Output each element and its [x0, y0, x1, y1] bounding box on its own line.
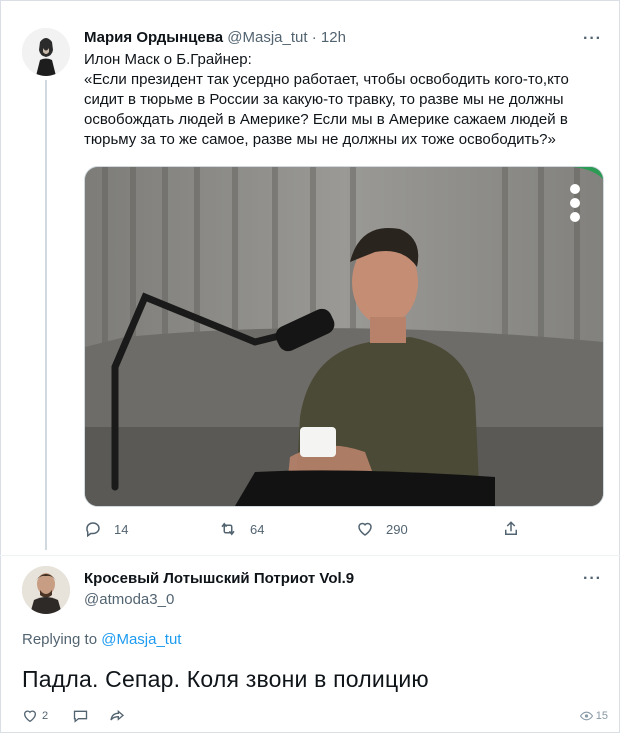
views-icon [579, 711, 593, 721]
reply-count: 14 [114, 521, 129, 537]
tweet: Мария Ордынцева @Masja_tut · 12h ··· Ило… [0, 0, 620, 555]
author-avatar[interactable] [22, 28, 70, 76]
replying-mention-link[interactable]: @Masja_tut [101, 631, 181, 648]
more-icon[interactable]: ··· [583, 570, 602, 588]
views: 15 [579, 710, 608, 722]
reply-button[interactable]: 14 [84, 520, 128, 538]
comment-icon [73, 710, 88, 723]
like-icon [23, 710, 37, 723]
share-icon [505, 521, 517, 535]
tweet-header: Мария Ордынцева @Masja_tut · 12h [84, 28, 346, 48]
author-name[interactable]: Мария Ордынцева [84, 29, 223, 46]
tweet-time[interactable]: 12h [321, 29, 346, 46]
separator: · [311, 29, 317, 46]
views-count: 15 [595, 710, 608, 722]
tweet-text: Илон Маск о Б.Грайнер: «Если президент т… [84, 50, 594, 150]
reply-author-avatar[interactable] [22, 566, 70, 614]
replying-to: Replying to @Masja_tut [22, 631, 181, 648]
tweet-text-line: «Если президент так усердно работает, чт… [84, 71, 569, 88]
author-handle[interactable]: @Masja_tut [227, 29, 307, 46]
share-icon [110, 709, 125, 721]
retweet-icon [221, 522, 235, 536]
retweet-button[interactable]: 64 [218, 520, 264, 538]
like-button[interactable]: 290 [356, 520, 408, 538]
reply-icon [86, 522, 100, 538]
share-button[interactable] [502, 520, 520, 538]
reply-author-handle[interactable]: @atmoda3_0 [84, 591, 174, 608]
reply-text: Падла. Сепар. Коля звони в полицию [22, 666, 429, 692]
tweet-text-line: освобождать людей в Америке? Если мы в А… [84, 111, 568, 128]
more-icon[interactable]: ··· [583, 30, 602, 48]
replying-prefix: Replying to [22, 631, 98, 648]
video-frame [85, 167, 603, 506]
reply-actions: 2 15 [22, 708, 612, 728]
reply-like-count: 2 [42, 710, 49, 722]
like-icon [358, 522, 372, 536]
reply-comment-button[interactable] [72, 708, 89, 724]
like-count: 290 [386, 521, 408, 537]
tweet-text-line: тюрьму за то же самое, разве мы не должн… [84, 131, 556, 148]
reply-like-button[interactable]: 2 [22, 708, 48, 724]
reply-share-button[interactable] [108, 708, 126, 724]
retweet-count: 64 [250, 521, 265, 537]
tweet-text-line: сидит в тюрьме в России за какую-то трав… [84, 91, 564, 108]
reply-author-name[interactable]: Кросевый Лотышский Потриот Vol.9 [84, 570, 354, 587]
divider [0, 555, 620, 556]
tweet-actions: 14 64 290 [84, 520, 604, 542]
video-media[interactable] [84, 166, 604, 507]
tweet-text-line: Илон Маск о Б.Грайнер: [84, 51, 252, 68]
thread-line [45, 80, 47, 550]
